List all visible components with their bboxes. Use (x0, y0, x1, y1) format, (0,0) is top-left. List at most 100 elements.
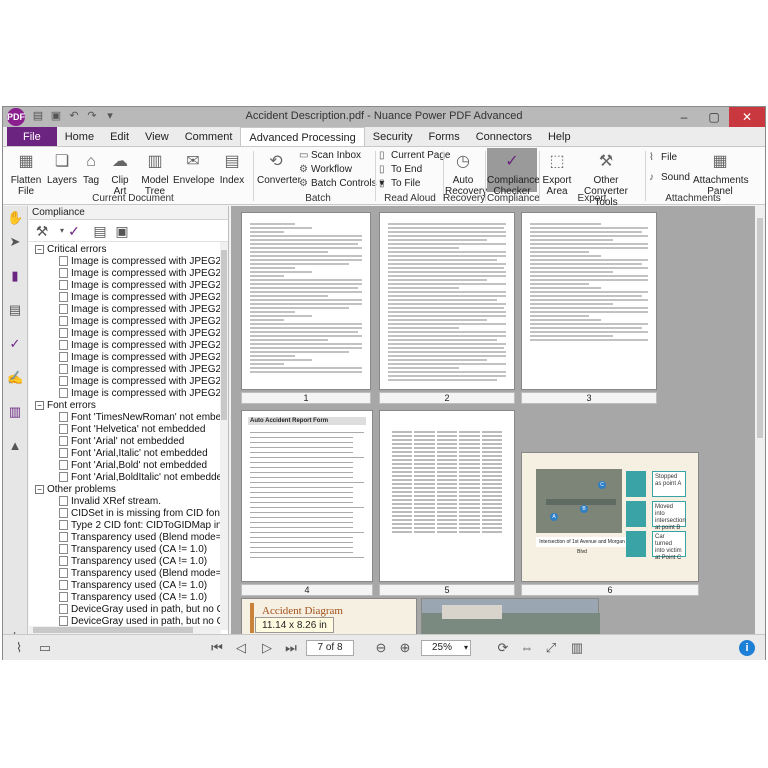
tree-item[interactable]: Transparency used (CA != 1.0) (59, 592, 207, 604)
view-mode-icon[interactable]: ▥ (569, 640, 585, 656)
hand-tool-icon[interactable]: ✋ (7, 210, 23, 226)
tree-group[interactable]: − Other problems (35, 484, 116, 496)
menu-forms[interactable]: Forms (421, 127, 468, 146)
compliance-panel-icon[interactable]: ✓ (7, 336, 23, 352)
info-icon[interactable]: i (739, 640, 755, 656)
current-page-button[interactable]: ▯ Current Page (379, 149, 450, 163)
layers-panel-icon[interactable]: ▥ (7, 404, 23, 420)
attach-file-button[interactable]: ⌇ File (649, 151, 677, 165)
tree-item[interactable]: Font 'Arial,BoldItalic' not embedded (59, 472, 228, 484)
tree-item[interactable]: Image is compressed with JPEG2000 (59, 304, 228, 316)
tree-item[interactable]: Image is compressed with JPEG2000 (59, 316, 228, 328)
report-icon[interactable]: ▤ (91, 222, 109, 240)
flatten-file-button[interactable]: ▦ Flatten File (9, 151, 43, 197)
page-thumbnail-1[interactable] (241, 212, 371, 390)
menu-advanced-processing[interactable]: Advanced Processing (240, 127, 365, 146)
workflow-button[interactable]: ⚙ Workflow (299, 163, 352, 177)
compliance-checker-button[interactable]: ✓ Compliance Checker (487, 151, 540, 197)
menu-home[interactable]: Home (57, 127, 102, 146)
comment-icon[interactable]: ▭ (37, 640, 53, 656)
tree-item[interactable]: CIDSet in is missing from CID font subse… (59, 508, 228, 520)
attachment-icon[interactable]: ⌇ (11, 640, 27, 656)
close-icon[interactable]: ✕ (729, 107, 765, 127)
scroll-thumb[interactable] (33, 627, 193, 633)
last-page-icon[interactable]: ⏭ (283, 640, 299, 656)
attach-sound-button[interactable]: ♪ Sound (649, 171, 690, 185)
tree-item[interactable]: Font 'Arial' not embedded (59, 436, 184, 448)
tree-item[interactable]: DeviceGray used in path, but no OutputIn… (59, 604, 228, 616)
page-number-input[interactable]: 7 of 8 (306, 640, 354, 656)
to-file-button[interactable]: ▯ To File (379, 177, 420, 191)
page-thumbnail-3[interactable] (521, 212, 657, 390)
to-end-button[interactable]: ▯ To End (379, 163, 422, 177)
tree-item[interactable]: Image is compressed with JPEG2000 (59, 388, 228, 400)
attachments-panel-button[interactable]: ▦ Attachments Panel (693, 151, 749, 197)
scroll-thumb[interactable] (221, 250, 227, 420)
menu-comment[interactable]: Comment (177, 127, 241, 146)
tree-item[interactable]: Image is compressed with JPEG2000 (59, 340, 228, 352)
tree-item[interactable]: Image is compressed with JPEG2000 (59, 292, 228, 304)
select-tool-icon[interactable]: ➤ (7, 234, 23, 250)
tree-item[interactable]: Transparency used (CA != 1.0) (59, 556, 207, 568)
tree-item[interactable]: Image is compressed with JPEG2000 (59, 352, 228, 364)
pages-panel-icon[interactable]: ▮ (7, 268, 23, 284)
menu-view[interactable]: View (137, 127, 177, 146)
auto-recovery-button[interactable]: ◷ Auto Recovery (445, 151, 487, 197)
bookmarks-panel-icon[interactable]: ▤ (7, 302, 23, 318)
tree-item[interactable]: Transparency used (CA != 1.0) (59, 580, 207, 592)
tree-item[interactable]: Font 'Arial,Italic' not embedded (59, 448, 208, 460)
tree-item[interactable]: Transparency used (Blend mode=multiply (59, 568, 228, 580)
page-thumbnails-area[interactable]: 1 2 3 Auto Accident Report Form 4 5 A B (231, 206, 755, 634)
layers-button[interactable]: ❏ Layers (47, 151, 77, 186)
tree-item[interactable]: Invalid XRef stream. (59, 496, 161, 508)
fit-width-icon[interactable]: ⇔ (519, 640, 535, 656)
previous-page-icon[interactable]: ◁ (233, 640, 249, 656)
page-thumbnail-8[interactable] (421, 598, 600, 634)
pages-vertical-scrollbar[interactable] (755, 206, 765, 634)
rotate-icon[interactable]: ⟳ (495, 640, 511, 656)
zoom-in-icon[interactable]: ⊕ (397, 640, 413, 656)
menu-help[interactable]: Help (540, 127, 579, 146)
signature-panel-icon[interactable]: ✍ (7, 370, 23, 386)
menu-security[interactable]: Security (365, 127, 421, 146)
checkmark-icon[interactable]: ✓ (65, 222, 83, 240)
page-thumbnail-2[interactable] (379, 212, 515, 390)
zoom-select[interactable]: 25% ▾ (421, 640, 471, 656)
tree-item[interactable]: Transparency used (CA != 1.0) (59, 544, 207, 556)
tree-item[interactable]: Image is compressed with JPEG2000 (59, 376, 228, 388)
tree-item[interactable]: Transparency used (Blend mode=multiply (59, 532, 228, 544)
tree-item[interactable]: Image is compressed with JPEG2000 (59, 280, 228, 292)
index-button[interactable]: ▤ Index (215, 151, 249, 186)
tree-item[interactable]: Font 'Helvetica' not embedded (59, 424, 205, 436)
zoom-out-icon[interactable]: ⊖ (373, 640, 389, 656)
tree-group[interactable]: − Critical errors (35, 244, 106, 256)
tag-button[interactable]: ⌂ Tag (79, 151, 103, 186)
fit-page-icon[interactable]: ⤢ (543, 640, 559, 656)
envelope-button[interactable]: ✉ Envelope (173, 151, 215, 186)
tree-item[interactable]: Image is compressed with JPEG2000 (59, 328, 228, 340)
menu-edit[interactable]: Edit (102, 127, 137, 146)
menu-file[interactable]: File (7, 127, 57, 146)
scan-inbox-button[interactable]: ▭ Scan Inbox (299, 149, 361, 163)
tree-item[interactable]: Type 2 CID font: CIDToGIDMap invalid or … (59, 520, 228, 532)
converter-button[interactable]: ⟲ Converter (257, 151, 301, 186)
pdf-report-icon[interactable]: ▣ (113, 222, 131, 240)
panel-vertical-scrollbar[interactable] (220, 242, 228, 630)
scroll-thumb[interactable] (757, 218, 763, 438)
tree-item[interactable]: Font 'TimesNewRoman' not embedded (59, 412, 228, 424)
tree-item[interactable]: Font 'Arial,Bold' not embedded (59, 460, 207, 472)
model-tree-button[interactable]: ▥ Model Tree (139, 151, 171, 197)
export-area-button[interactable]: ⬚ Export Area (541, 151, 573, 197)
panel-horizontal-scrollbar[interactable] (29, 626, 221, 634)
minimize-icon[interactable]: – (669, 107, 699, 127)
page-thumbnail-4[interactable]: Auto Accident Report Form (241, 410, 373, 582)
clip-art-button[interactable]: ☁ Clip Art (105, 151, 135, 197)
tree-item[interactable]: Image is compressed with JPEG2000 (59, 256, 228, 268)
image-panel-icon[interactable]: ▲ (7, 438, 23, 454)
tree-item[interactable]: Image is compressed with JPEG2000 (59, 268, 228, 280)
first-page-icon[interactable]: ⏮ (209, 640, 225, 656)
batch-controls-button[interactable]: ⚙ Batch Controls ▾ (299, 177, 384, 191)
tree-group[interactable]: − Font errors (35, 400, 96, 412)
next-page-icon[interactable]: ▷ (259, 640, 275, 656)
menu-connectors[interactable]: Connectors (468, 127, 540, 146)
